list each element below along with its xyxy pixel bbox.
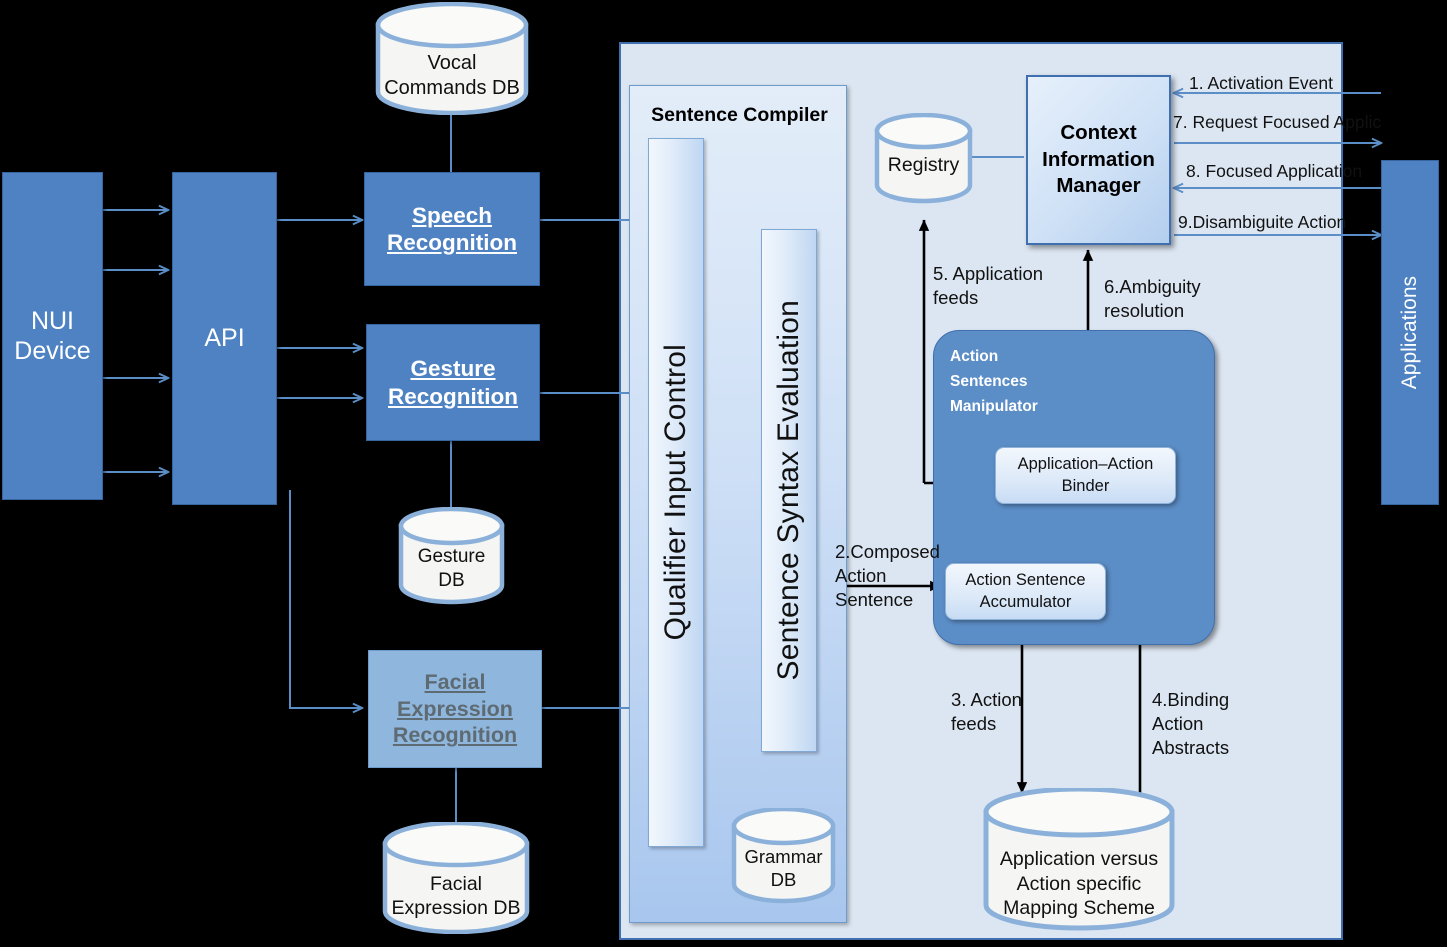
gesture-recognition-label: Gesture Recognition — [388, 355, 518, 410]
flow-label-6: 6.Ambiguity resolution — [1104, 276, 1201, 322]
diagram-canvas: Sentence Compiler Qualifier Input Contro… — [0, 0, 1447, 947]
vocal-commands-db-cylinder[interactable]: Vocal Commands DB — [375, 2, 529, 115]
qualifier-input-control-label: Qualifier Input Control — [659, 344, 692, 641]
registry-cylinder[interactable]: Registry — [874, 113, 973, 205]
flow-label-5: 5. Application feeds — [933, 263, 1044, 309]
speech-line-1: Speech — [411, 202, 493, 228]
gesture-db-label: Gesture DB — [417, 546, 486, 591]
flow-label-3: 3. Action feeds — [951, 689, 1022, 735]
facial-expression-recognition-box[interactable]: Facial Expression Recognition — [368, 650, 542, 768]
facial-expression-db-cylinder[interactable]: Facial Expression DB — [382, 822, 530, 934]
flow-label-7: 7. Request Focused Applic — [1173, 112, 1382, 132]
api-box[interactable]: API — [172, 172, 277, 505]
flow-label-8: 8. Focused Application — [1186, 161, 1363, 181]
facial-line-2: Expression — [397, 696, 513, 721]
mapping-scheme-label: Application versus Action specific Mappi… — [999, 848, 1159, 920]
speech-recognition-box[interactable]: Speech Recognition — [364, 172, 540, 286]
context-information-manager-box[interactable]: Context Information Manager — [1026, 75, 1171, 245]
speech-recognition-label: Speech Recognition — [387, 202, 517, 257]
facial-expression-recognition-label: Facial Expression Recognition — [393, 669, 517, 750]
action-sentence-accumulator-box[interactable]: Action Sentence Accumulator — [945, 563, 1106, 620]
application-action-binder-box[interactable]: Application–Action Binder — [995, 447, 1176, 504]
flow-label-1: 1. Activation Event — [1189, 73, 1333, 93]
api-label: API — [204, 324, 245, 353]
grammar-db-cylinder[interactable]: Grammar DB — [731, 808, 836, 905]
sentence-syntax-evaluation-label: Sentence Syntax Evaluation — [772, 300, 805, 681]
application-action-binder-label: Application–Action Binder — [1017, 455, 1154, 495]
flow-label-9: 9.Disambiguite Action — [1178, 212, 1347, 232]
grammar-db-label: Grammar DB — [744, 845, 823, 890]
vocal-commands-db-label: Vocal Commands DB — [384, 52, 520, 99]
sentence-compiler-title: Sentence Compiler — [651, 104, 828, 126]
gesture-line-1: Gesture — [410, 356, 496, 382]
applications-label: Applications — [1398, 275, 1421, 390]
gesture-recognition-box[interactable]: Gesture Recognition — [366, 324, 540, 441]
applications-box[interactable]: Applications — [1381, 160, 1439, 505]
flow-label-2: 2.Composed Action Sentence — [835, 541, 940, 611]
nui-device-box[interactable]: NUI Device — [2, 172, 103, 500]
registry-label: Registry — [887, 153, 960, 176]
speech-line-2: Recognition — [387, 230, 517, 255]
gesture-db-cylinder[interactable]: Gesture DB — [398, 507, 505, 607]
facial-line-1: Facial — [424, 669, 486, 694]
qualifier-input-control-block[interactable]: Qualifier Input Control — [648, 138, 704, 847]
nui-device-label: NUI Device — [14, 306, 91, 366]
facial-expression-db-label: Facial Expression DB — [391, 872, 521, 919]
action-sentence-accumulator-label: Action Sentence Accumulator — [965, 571, 1086, 611]
facial-line-3: Recognition — [392, 723, 518, 748]
context-information-manager-label: Context Information Manager — [1042, 121, 1155, 198]
action-sentences-manipulator-title: Action Sentences Manipulator — [950, 348, 1038, 416]
sentence-syntax-evaluation-block[interactable]: Sentence Syntax Evaluation — [761, 229, 817, 752]
mapping-scheme-cylinder[interactable]: Application versus Action specific Mappi… — [983, 788, 1175, 933]
gesture-line-2: Recognition — [388, 383, 518, 409]
flow-label-4: 4.Binding Action Abstracts — [1152, 689, 1230, 759]
